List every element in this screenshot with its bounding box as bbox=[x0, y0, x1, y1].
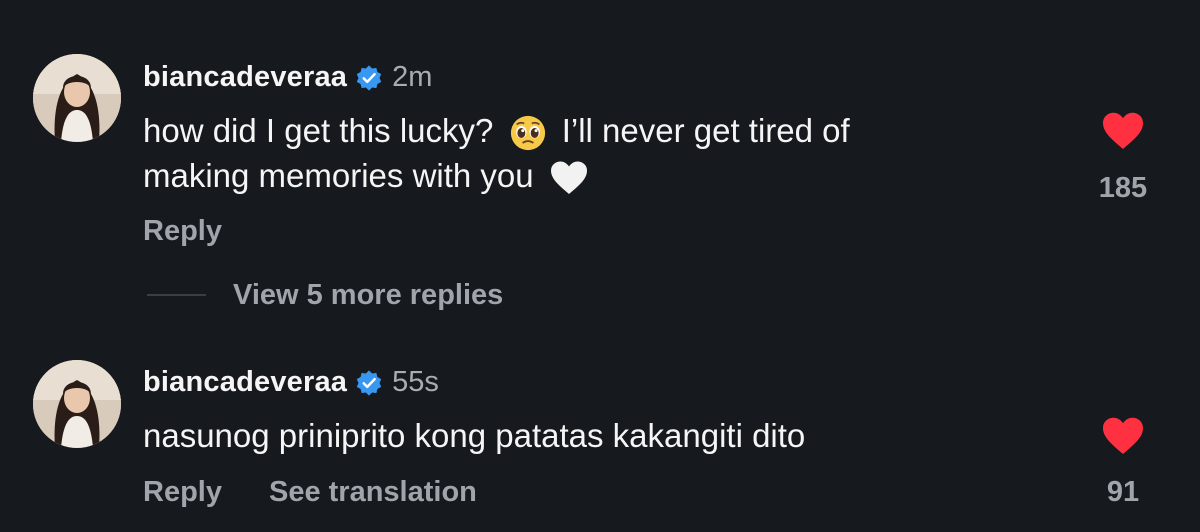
username[interactable]: biancadeveraa bbox=[143, 366, 347, 399]
comment-actions: Reply bbox=[143, 213, 222, 249]
comment-meta: biancadeveraa 55s bbox=[143, 362, 439, 402]
heart-filled-icon bbox=[1103, 112, 1143, 149]
comment-meta: biancadeveraa 2m bbox=[143, 57, 432, 97]
comment-text: nasunog priniprito kong patatas kakangit… bbox=[143, 413, 1043, 458]
comment-text: how did I get this lucky? I’ll never get… bbox=[143, 108, 1043, 198]
verified-badge-icon bbox=[356, 65, 382, 91]
reply-button[interactable]: Reply bbox=[143, 215, 222, 248]
heart-filled-icon bbox=[1103, 417, 1143, 454]
username[interactable]: biancadeveraa bbox=[143, 61, 347, 94]
avatar-image bbox=[33, 54, 121, 142]
comment-actions: Reply See translation bbox=[143, 474, 477, 510]
pleading-face-emoji-icon bbox=[510, 116, 545, 151]
like-count: 91 bbox=[1106, 476, 1140, 508]
like-button[interactable] bbox=[1093, 416, 1153, 456]
replies-divider bbox=[147, 294, 206, 296]
view-more-replies[interactable]: View 5 more replies bbox=[147, 274, 503, 316]
comment-time: 2m bbox=[392, 60, 433, 93]
avatar-image bbox=[33, 360, 121, 448]
avatar[interactable] bbox=[33, 360, 121, 448]
comment-text-part1: how did I get this lucky? bbox=[143, 112, 494, 149]
comment-time: 55s bbox=[392, 365, 439, 398]
reply-button[interactable]: Reply bbox=[143, 476, 222, 509]
comment-text-line2: making memories with you bbox=[143, 157, 534, 194]
like-button[interactable] bbox=[1093, 111, 1153, 151]
verified-badge-icon bbox=[356, 370, 382, 396]
white-heart-emoji-icon bbox=[550, 161, 587, 195]
see-translation-button[interactable]: See translation bbox=[269, 476, 477, 509]
comment-text-part2: I’ll never get tired of bbox=[561, 112, 850, 149]
comment-text-body: nasunog priniprito kong patatas kakangit… bbox=[143, 417, 806, 454]
like-count: 185 bbox=[1098, 172, 1148, 204]
view-more-replies-label[interactable]: View 5 more replies bbox=[233, 279, 503, 312]
comments-screen: biancadeveraa 2m how did I get this luck… bbox=[0, 0, 1200, 532]
avatar[interactable] bbox=[33, 54, 121, 142]
